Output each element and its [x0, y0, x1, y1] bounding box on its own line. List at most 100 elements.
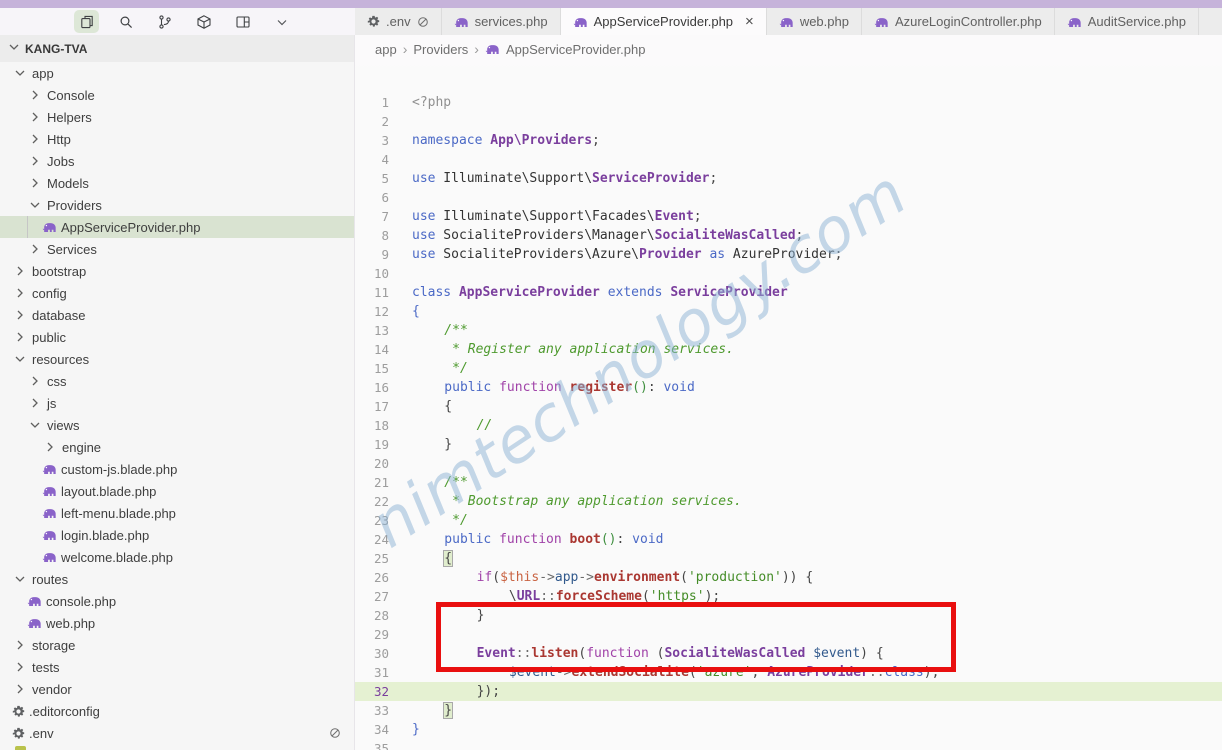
item-label: layout.blade.php: [61, 484, 156, 499]
code-line-29[interactable]: 29: [355, 625, 1222, 644]
code-line-11[interactable]: 11class AppServiceProvider extends Servi…: [355, 283, 1222, 302]
code-line-10[interactable]: 10: [355, 264, 1222, 283]
code-line-17[interactable]: 17{: [355, 397, 1222, 416]
breadcrumb-segment-Providers[interactable]: Providers: [413, 42, 468, 57]
breadcrumb: app›Providers›AppServiceProvider.php: [355, 35, 1222, 63]
activity-explorer-button[interactable]: [74, 10, 99, 33]
sidebar-file-custom-js.blade.php[interactable]: custom-js.blade.php: [0, 458, 354, 480]
sidebar-file-login.blade.php[interactable]: login.blade.php: [0, 524, 354, 546]
tab-label: AuditService.php: [1088, 14, 1186, 29]
tab-AzureLoginController.php[interactable]: AzureLoginController.php: [862, 8, 1055, 35]
sidebar-file-.env[interactable]: .env: [0, 722, 354, 744]
sidebar-folder-tests[interactable]: tests: [0, 656, 354, 678]
line-number: 27: [355, 587, 389, 606]
code-line-23[interactable]: 23 */: [355, 511, 1222, 530]
code-line-31[interactable]: 31$event->extendSocialite('azure', Azure…: [355, 663, 1222, 682]
code-line-25[interactable]: 25{: [355, 549, 1222, 568]
line-number: 24: [355, 530, 389, 549]
line-number: 26: [355, 568, 389, 587]
code-line-30[interactable]: 30Event::listen(function (SocialiteWasCa…: [355, 644, 1222, 663]
sidebar-folder-resources[interactable]: resources: [0, 348, 354, 370]
code-line-21[interactable]: 21/**: [355, 473, 1222, 492]
code-line-15[interactable]: 15 */: [355, 359, 1222, 378]
activity-editor-layout-button[interactable]: [230, 10, 255, 33]
sidebar-file-welcome.blade.php[interactable]: welcome.blade.php: [0, 546, 354, 568]
code-line-18[interactable]: 18//: [355, 416, 1222, 435]
code-line-12[interactable]: 12{: [355, 302, 1222, 321]
activity-extensions-cube-button[interactable]: [191, 10, 216, 33]
breadcrumb-segment-AppServiceProvider.php[interactable]: AppServiceProvider.php: [506, 42, 645, 57]
sidebar-folder-Providers[interactable]: Providers: [0, 194, 354, 216]
tab-web.php[interactable]: web.php: [767, 8, 862, 35]
titlebar-accent-strip: [0, 0, 1222, 8]
sidebar-folder-Http[interactable]: Http: [0, 128, 354, 150]
code-line-33[interactable]: 33}: [355, 701, 1222, 720]
line-number: 7: [355, 207, 389, 226]
sidebar-folder-public[interactable]: public: [0, 326, 354, 348]
sidebar-folder-routes[interactable]: routes: [0, 568, 354, 590]
line-content: /**: [412, 473, 468, 492]
sidebar-folder-Services[interactable]: Services: [0, 238, 354, 260]
workspace-root[interactable]: KANG-TVA: [0, 35, 354, 62]
code-line-22[interactable]: 22 * Bootstrap any application services.: [355, 492, 1222, 511]
item-label: .env: [29, 726, 54, 741]
sidebar-file-console.php[interactable]: console.php: [0, 590, 354, 612]
sidebar-folder-css[interactable]: css: [0, 370, 354, 392]
code-line-1[interactable]: 1<?php: [355, 93, 1222, 112]
code-line-16[interactable]: 16public function register(): void: [355, 378, 1222, 397]
sidebar-folder-Models[interactable]: Models: [0, 172, 354, 194]
sidebar-folder-vendor[interactable]: vendor: [0, 678, 354, 700]
code-line-34[interactable]: 34}: [355, 720, 1222, 739]
code-line-32[interactable]: 32});: [355, 682, 1222, 701]
code-line-8[interactable]: 8use SocialiteProviders\Manager\Socialit…: [355, 226, 1222, 245]
sidebar-file-.editorconfig[interactable]: .editorconfig: [0, 700, 354, 722]
activity-more-chevron-button[interactable]: [269, 10, 294, 33]
code-line-3[interactable]: 3namespace App\Providers;: [355, 131, 1222, 150]
code-editor[interactable]: app›Providers›AppServiceProvider.php 1<?…: [355, 35, 1222, 750]
sidebar-file-web.php[interactable]: web.php: [0, 612, 354, 634]
sidebar-folder-config[interactable]: config: [0, 282, 354, 304]
line-content: */: [412, 359, 468, 378]
tab-AuditService.php[interactable]: AuditService.php: [1055, 8, 1199, 35]
sidebar-folder-database[interactable]: database: [0, 304, 354, 326]
line-number: 9: [355, 245, 389, 264]
sidebar-folder-app[interactable]: app: [0, 62, 354, 84]
item-label: .editorconfig: [29, 704, 100, 719]
code-line-24[interactable]: 24public function boot(): void: [355, 530, 1222, 549]
breadcrumb-segment-app[interactable]: app: [375, 42, 397, 57]
sidebar-file-left-menu.blade.php[interactable]: left-menu.blade.php: [0, 502, 354, 524]
tab-.env[interactable]: .env: [355, 8, 442, 35]
line-number: 32: [355, 682, 389, 701]
sidebar-folder-Jobs[interactable]: Jobs: [0, 150, 354, 172]
sidebar-folder-Helpers[interactable]: Helpers: [0, 106, 354, 128]
sidebar-folder-Console[interactable]: Console: [0, 84, 354, 106]
code-line-14[interactable]: 14 * Register any application services.: [355, 340, 1222, 359]
code-line-35[interactable]: 35: [355, 739, 1222, 750]
sidebar-folder-storage[interactable]: storage: [0, 634, 354, 656]
code-line-4[interactable]: 4: [355, 150, 1222, 169]
tab-AppServiceProvider.php[interactable]: AppServiceProvider.php×: [561, 8, 767, 35]
code-line-6[interactable]: 6: [355, 188, 1222, 207]
sidebar-file-AppServiceProvider.php[interactable]: AppServiceProvider.php: [0, 216, 354, 238]
code-line-19[interactable]: 19}: [355, 435, 1222, 454]
sidebar-file-layout.blade.php[interactable]: layout.blade.php: [0, 480, 354, 502]
code-line-7[interactable]: 7use Illuminate\Support\Facades\Event;: [355, 207, 1222, 226]
sidebar-folder-js[interactable]: js: [0, 392, 354, 414]
sidebar-folder-bootstrap[interactable]: bootstrap: [0, 260, 354, 282]
code-line-26[interactable]: 26if($this->app->environment('production…: [355, 568, 1222, 587]
sidebar-folder-views[interactable]: views: [0, 414, 354, 436]
item-label: console.php: [46, 594, 116, 609]
code-line-27[interactable]: 27\URL::forceScheme('https');: [355, 587, 1222, 606]
code-line-13[interactable]: 13/**: [355, 321, 1222, 340]
code-line-28[interactable]: 28}: [355, 606, 1222, 625]
item-label: Models: [47, 176, 89, 191]
sidebar-folder-engine[interactable]: engine: [0, 436, 354, 458]
close-icon[interactable]: ×: [745, 14, 754, 29]
tab-services.php[interactable]: services.php: [442, 8, 561, 35]
code-line-20[interactable]: 20: [355, 454, 1222, 473]
activity-search-button[interactable]: [113, 10, 138, 33]
activity-source-control-button[interactable]: [152, 10, 177, 33]
code-line-9[interactable]: 9use SocialiteProviders\Azure\Provider a…: [355, 245, 1222, 264]
code-line-2[interactable]: 2: [355, 112, 1222, 131]
code-line-5[interactable]: 5use Illuminate\Support\ServiceProvider;: [355, 169, 1222, 188]
